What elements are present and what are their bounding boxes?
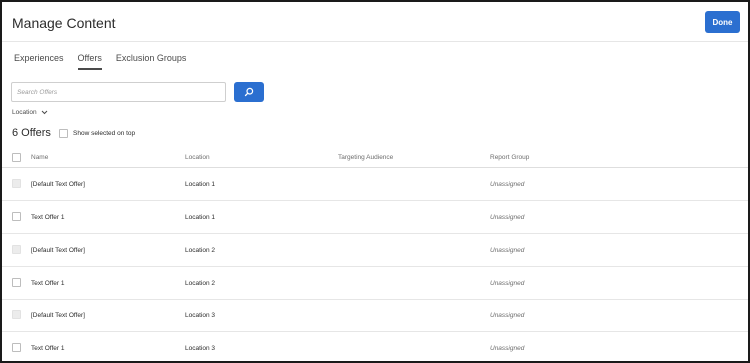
show-selected-label: Show selected on top	[73, 130, 136, 137]
table-row[interactable]: [Default Text Offer] Location 1 Unassign…	[2, 168, 748, 201]
tab-experiences[interactable]: Experiences	[14, 53, 64, 67]
dialog-header: Manage Content Done	[2, 2, 748, 42]
table-row[interactable]: Text Offer 1 Location 3 Unassigned	[2, 332, 748, 361]
offer-name: [Default Text Offer]	[31, 312, 85, 319]
offer-report-group: Unassigned	[490, 312, 525, 319]
row-checkbox	[12, 245, 21, 254]
table-header: Name Location Targeting Audience Report …	[2, 150, 748, 168]
column-header-targeting-audience[interactable]: Targeting Audience	[338, 154, 393, 161]
offer-location: Location 3	[185, 312, 215, 319]
page-title: Manage Content	[12, 15, 116, 31]
column-header-report-group[interactable]: Report Group	[490, 154, 529, 161]
tab-offers[interactable]: Offers	[77, 53, 103, 70]
table-row[interactable]: [Default Text Offer] Location 2 Unassign…	[2, 234, 748, 267]
tab-exclusion-groups[interactable]: Exclusion Groups	[116, 53, 187, 67]
offer-location: Location 1	[185, 214, 215, 221]
offer-name: [Default Text Offer]	[31, 181, 85, 188]
table-row[interactable]: Text Offer 1 Location 2 Unassigned	[2, 267, 748, 300]
row-checkbox[interactable]	[12, 212, 21, 221]
column-header-location[interactable]: Location	[185, 154, 210, 161]
offer-location: Location 2	[185, 280, 215, 287]
offer-name: Text Offer 1	[31, 214, 65, 221]
offer-report-group: Unassigned	[490, 214, 525, 221]
offer-report-group: Unassigned	[490, 247, 525, 254]
offer-name: Text Offer 1	[31, 345, 65, 352]
search-input[interactable]: Search Offers	[11, 82, 226, 102]
offer-name: [Default Text Offer]	[31, 247, 85, 254]
offer-report-group: Unassigned	[490, 345, 525, 352]
row-checkbox[interactable]	[12, 278, 21, 287]
table-row[interactable]: Text Offer 1 Location 1 Unassigned	[2, 201, 748, 234]
offer-location: Location 1	[185, 181, 215, 188]
done-button[interactable]: Done	[705, 11, 740, 33]
table-row[interactable]: [Default Text Offer] Location 3 Unassign…	[2, 299, 748, 332]
row-checkbox[interactable]	[12, 343, 21, 352]
location-filter[interactable]: Location	[12, 109, 48, 116]
offer-report-group: Unassigned	[490, 280, 525, 287]
location-filter-label: Location	[12, 109, 37, 116]
search-button[interactable]	[234, 82, 264, 102]
offer-location: Location 2	[185, 247, 215, 254]
select-all-checkbox[interactable]	[12, 153, 21, 162]
offer-location: Location 3	[185, 345, 215, 352]
show-selected-toggle[interactable]: Show selected on top	[59, 129, 135, 138]
tab-bar: Experiences Offers Exclusion Groups	[14, 53, 187, 70]
column-header-name[interactable]: Name	[31, 154, 48, 161]
offer-report-group: Unassigned	[490, 181, 525, 188]
search-icon	[244, 87, 254, 97]
chevron-down-icon	[41, 110, 47, 115]
row-checkbox	[12, 310, 21, 319]
offer-name: Text Offer 1	[31, 280, 65, 287]
manage-content-dialog: Manage Content Done Experiences Offers E…	[0, 0, 750, 363]
offers-count: 6 Offers	[12, 127, 51, 139]
row-checkbox	[12, 179, 21, 188]
show-selected-checkbox[interactable]	[59, 129, 68, 138]
